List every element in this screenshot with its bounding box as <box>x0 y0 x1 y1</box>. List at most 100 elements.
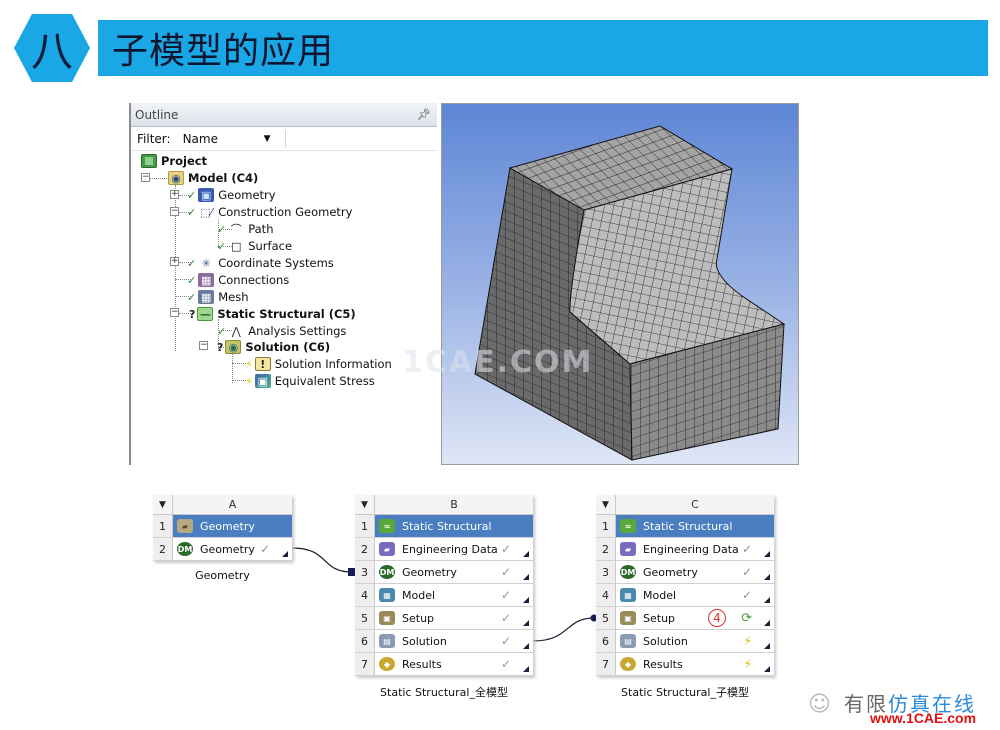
system-row[interactable]: 7 ◆ Results ✓ <box>355 653 533 676</box>
cell-menu-icon[interactable] <box>764 551 770 557</box>
check-icon: ✓ <box>217 222 227 236</box>
filter-input[interactable] <box>284 129 437 148</box>
tree-item-connections[interactable]: ✓ ▦ Connections <box>187 272 289 288</box>
title-bar: 子模型的应用 <box>98 20 988 76</box>
coordinate-systems-icon: ✳ <box>201 256 211 270</box>
tree-item-solution[interactable]: ? ◉ Solution (C6) <box>217 339 330 355</box>
cell-menu-icon[interactable] <box>523 620 529 626</box>
tree-item-geometry[interactable]: ✓ ▣ Geometry <box>187 187 276 203</box>
row-label: Solution <box>402 634 447 648</box>
cell-menu-icon[interactable] <box>523 597 529 603</box>
solution-icon: ▤ <box>379 634 395 648</box>
row-label: Static Structural <box>402 519 492 533</box>
row-label: Geometry <box>402 565 457 579</box>
tree-item-project[interactable]: Project <box>141 153 207 169</box>
system-row[interactable]: 3 DM Geometry ✓ <box>596 561 774 584</box>
tree-item-model[interactable]: ◉ Model (C4) <box>168 170 258 186</box>
row-label: Geometry <box>200 542 255 556</box>
outline-tree: − + − + − − Project ◉ Model (C4) ✓ ▣ Geo… <box>131 151 437 461</box>
tree-item-solution-information[interactable]: ⚡ ! Solution Information <box>245 356 392 372</box>
system-row[interactable]: 2 ▰ Engineering Data ✓ <box>596 538 774 561</box>
system-b-caption[interactable]: Static Structural_全模型 <box>355 684 533 700</box>
row-label: Model <box>643 588 677 602</box>
path-icon: ⌒ <box>230 223 242 236</box>
row-number: 1 <box>596 515 616 537</box>
system-b[interactable]: ▼ B 1 ≈ Static Structural 2 ▰ Engineering … <box>355 495 533 676</box>
system-row[interactable]: 4 ▦ Model ✓ <box>596 584 774 607</box>
check-icon: ✓ <box>500 588 511 602</box>
system-row[interactable]: 2 DM Geometry ✓ <box>153 538 292 561</box>
system-menu-button[interactable]: ▼ <box>355 495 375 514</box>
check-icon: ✓ <box>187 205 197 219</box>
cell-menu-icon[interactable] <box>764 597 770 603</box>
check-icon: ✓ <box>187 188 197 202</box>
system-row[interactable]: 6 ▤ Solution ✓ <box>355 630 533 653</box>
system-row[interactable]: 5 ▣ Setup 4 ⟳ <box>596 607 774 630</box>
question-icon: ? <box>217 340 224 354</box>
system-row[interactable]: 6 ▤ Solution ⚡ <box>596 630 774 653</box>
system-row[interactable]: 2 ▰ Engineering Data ✓ <box>355 538 533 561</box>
wechat-icon: ☺ <box>808 692 831 717</box>
system-a-caption[interactable]: Geometry <box>153 569 292 582</box>
lightning-icon: ⚡ <box>743 634 752 648</box>
filter-label: Filter: <box>137 131 171 146</box>
dm-icon: DM <box>379 565 395 579</box>
row-label: Engineering Data <box>643 542 739 556</box>
cell-menu-icon[interactable] <box>764 620 770 626</box>
system-row[interactable]: 1 ≈ Static Structural <box>596 515 774 538</box>
check-icon: ✓ <box>500 542 511 556</box>
tree-item-static-structural[interactable]: ? — Static Structural (C5) <box>189 306 356 322</box>
expand-geometry-button[interactable]: + <box>170 190 179 199</box>
row-label: Solution <box>643 634 688 648</box>
expand-coordinate-systems-button[interactable]: + <box>170 257 179 266</box>
cell-menu-icon[interactable] <box>282 551 288 557</box>
row-number: 3 <box>596 561 616 583</box>
filter-dropdown[interactable]: Name ▼ <box>176 129 277 148</box>
pin-icon[interactable]: 📌︎ <box>417 108 431 121</box>
collapse-solution-button[interactable]: − <box>199 341 208 350</box>
tree-item-mesh[interactable]: ✓ ▦ Mesh <box>187 289 249 305</box>
collapse-model-button[interactable]: − <box>141 173 150 182</box>
tree-item-construction-geometry[interactable]: ✓ ⬚⁄ Construction Geometry <box>187 204 352 220</box>
check-icon: ✓ <box>500 565 511 579</box>
check-icon: ✓ <box>187 273 197 287</box>
cell-menu-icon[interactable] <box>764 643 770 649</box>
cell-menu-icon[interactable] <box>764 574 770 580</box>
tree-item-analysis-settings[interactable]: ✓ ⋀ Analysis Settings <box>217 323 346 339</box>
system-c[interactable]: ▼ C 1 ≈ Static Structural 2 ▰ Engineering … <box>596 495 774 676</box>
collapse-static-structural-button[interactable]: − <box>170 308 179 317</box>
cell-menu-icon[interactable] <box>523 643 529 649</box>
check-icon: ✓ <box>741 542 752 556</box>
system-row[interactable]: 1 ≈ Static Structural <box>355 515 533 538</box>
system-menu-button[interactable]: ▼ <box>596 495 616 514</box>
row-label: Setup <box>402 611 435 625</box>
collapse-construction-geometry-button[interactable]: − <box>170 207 179 216</box>
cell-menu-icon[interactable] <box>523 551 529 557</box>
system-row[interactable]: 5 ▣ Setup ✓ <box>355 607 533 630</box>
cell-menu-icon[interactable] <box>523 666 529 672</box>
section-number: 八 <box>30 26 73 76</box>
tree-item-equivalent-stress[interactable]: ⚡ ▣ Equivalent Stress <box>245 373 375 389</box>
construction-geometry-icon: ⬚⁄ <box>200 205 213 219</box>
static-structural-icon: ≈ <box>620 519 636 533</box>
row-number: 2 <box>596 538 616 560</box>
system-menu-button[interactable]: ▼ <box>153 495 173 514</box>
system-a[interactable]: ▼ A 1 ▰ Geometry 2 DM Geometry ✓ <box>153 495 292 561</box>
tree-item-coordinate-systems[interactable]: ✓ ✳ Coordinate Systems <box>187 255 334 271</box>
row-number: 5 <box>355 607 375 629</box>
system-c-caption[interactable]: Static Structural_子模型 <box>596 684 774 700</box>
graphics-viewport[interactable] <box>441 103 799 465</box>
project-icon <box>141 154 157 168</box>
cell-menu-icon[interactable] <box>523 574 529 580</box>
system-row[interactable]: 3 DM Geometry ✓ <box>355 561 533 584</box>
system-row[interactable]: 7 ◆ Results ⚡ <box>596 653 774 676</box>
system-row[interactable]: 1 ▰ Geometry <box>153 515 292 538</box>
row-label: Results <box>402 657 442 671</box>
watermark-text: 1CAE.COM <box>402 345 594 380</box>
check-icon: ✓ <box>187 290 197 304</box>
cell-menu-icon[interactable] <box>764 666 770 672</box>
system-row[interactable]: 4 ▦ Model ✓ <box>355 584 533 607</box>
engineering-data-icon: ▰ <box>379 542 395 556</box>
tree-item-surface[interactable]: ✓ □ Surface <box>217 238 292 254</box>
tree-item-path[interactable]: ✓ ⌒ Path <box>217 221 273 237</box>
